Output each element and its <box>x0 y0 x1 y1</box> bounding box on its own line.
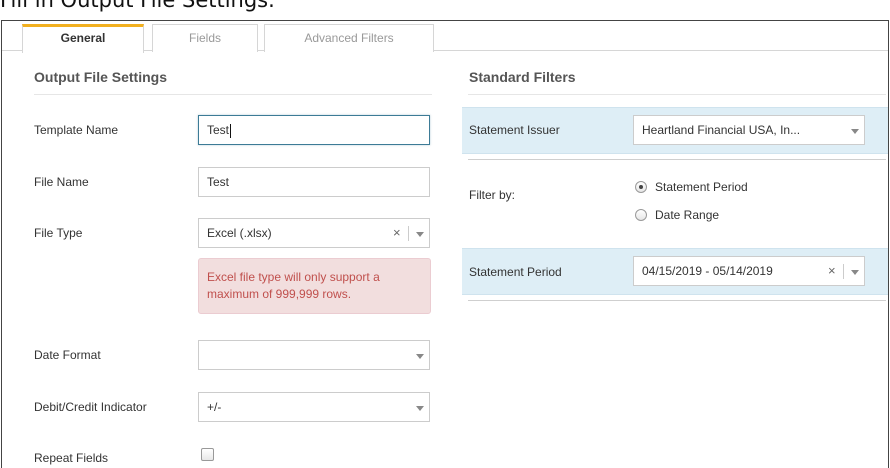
statement-issuer-value: Heartland Financial USA, In... <box>642 123 801 137</box>
chevron-down-icon[interactable] <box>416 406 424 411</box>
template-name-input[interactable]: Test <box>198 115 430 145</box>
select-separator <box>408 226 409 241</box>
statement-period-value: 04/15/2019 - 05/14/2019 <box>642 264 773 278</box>
statement-period-radio[interactable] <box>635 181 647 193</box>
debit-credit-select[interactable]: +/- <box>198 392 430 422</box>
section-divider <box>468 159 886 160</box>
tab-fields[interactable]: Fields <box>152 24 258 52</box>
statement-period-option-label[interactable]: Statement Period <box>655 180 748 194</box>
tab-advanced-filters[interactable]: Advanced Filters <box>264 24 434 52</box>
date-range-radio[interactable] <box>635 209 647 221</box>
date-range-option-label[interactable]: Date Range <box>655 208 719 222</box>
tab-bar: General Fields Advanced Filters <box>2 21 888 53</box>
file-name-label: File Name <box>34 175 89 189</box>
debit-credit-value: +/- <box>207 400 222 414</box>
select-separator <box>843 264 844 279</box>
file-name-input[interactable]: Test <box>198 167 430 197</box>
section-divider <box>34 94 432 95</box>
filter-by-label: Filter by: <box>469 188 516 202</box>
date-format-select[interactable] <box>198 340 430 370</box>
repeat-fields-checkbox[interactable] <box>201 448 214 461</box>
tab-general[interactable]: General <box>22 24 144 53</box>
chevron-down-icon[interactable] <box>851 270 859 275</box>
clear-icon[interactable]: × <box>828 257 836 285</box>
statement-period-select[interactable]: 04/15/2019 - 05/14/2019 × <box>633 256 865 286</box>
template-name-value: Test <box>207 123 230 137</box>
statement-issuer-label: Statement Issuer <box>469 123 560 137</box>
text-caret <box>230 123 232 138</box>
page-caption: Fill in Output File Settings. <box>0 0 275 12</box>
section-divider <box>468 300 886 301</box>
file-type-value: Excel (.xlsx) <box>207 226 272 240</box>
clear-icon[interactable]: × <box>393 219 401 247</box>
output-settings-panel: General Fields Advanced Filters Output F… <box>1 20 889 468</box>
chevron-down-icon[interactable] <box>416 232 424 237</box>
section-divider <box>468 94 886 95</box>
chevron-down-icon[interactable] <box>851 129 859 134</box>
date-format-label: Date Format <box>34 348 101 362</box>
standard-filters-title: Standard Filters <box>469 69 576 85</box>
statement-period-label: Statement Period <box>469 265 562 279</box>
file-type-warning: Excel file type will only support a maxi… <box>198 258 431 314</box>
statement-issuer-select[interactable]: Heartland Financial USA, In... <box>633 115 865 145</box>
file-type-select[interactable]: Excel (.xlsx) × <box>198 218 430 248</box>
chevron-down-icon[interactable] <box>416 354 424 359</box>
file-type-label: File Type <box>34 226 83 240</box>
repeat-fields-label: Repeat Fields <box>34 451 109 465</box>
template-name-label: Template Name <box>34 123 119 137</box>
debit-credit-label: Debit/Credit Indicator <box>34 400 147 414</box>
output-file-settings-title: Output File Settings <box>34 69 167 85</box>
